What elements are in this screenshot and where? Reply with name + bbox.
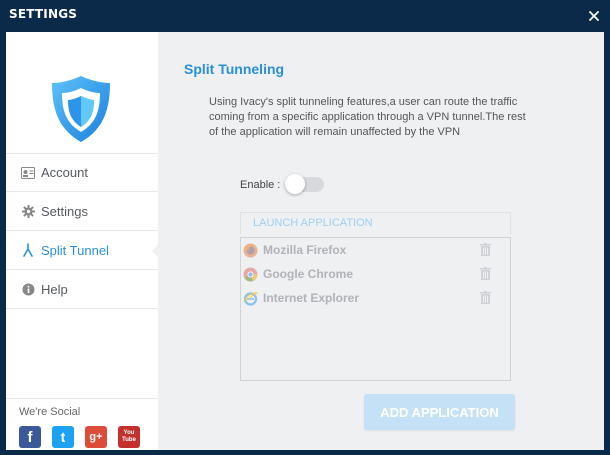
social-label: We're Social [19, 406, 81, 418]
close-button[interactable] [584, 6, 604, 26]
sidebar: Account Settings Split Tunnel Help We're… [6, 32, 158, 450]
launch-application-header: LAUNCH APPLICATION [240, 212, 511, 234]
ivacy-shield-logo-icon [52, 76, 110, 142]
toggle-knob [285, 174, 306, 194]
youtube-icon[interactable]: You Tube [118, 426, 140, 448]
firefox-icon [243, 243, 258, 258]
sidebar-item-split-tunnel[interactable]: Split Tunnel [6, 231, 158, 270]
info-icon [21, 282, 35, 296]
sidebar-item-label: Settings [41, 203, 88, 219]
add-application-button[interactable]: ADD APPLICATION [364, 394, 515, 430]
split-tunnel-icon [21, 243, 35, 257]
sidebar-item-label: Split Tunnel [41, 242, 109, 258]
twitter-icon[interactable]: t [52, 426, 74, 448]
social-section: We're Social f t g+ You Tube [6, 398, 158, 450]
facebook-icon[interactable]: f [19, 426, 41, 448]
list-item[interactable]: Google Chrome [241, 262, 510, 286]
sidebar-item-label: Help [41, 281, 68, 297]
description-text: Using Ivacy's split tunneling features,a… [209, 96, 526, 138]
enable-label: Enable : [240, 178, 281, 191]
application-list: Mozilla Firefox Google Chrome Internet E… [240, 237, 511, 381]
sidebar-item-help[interactable]: Help [6, 270, 158, 309]
title-bar: SETTINGS [0, 0, 610, 32]
social-icons: f t g+ You Tube [19, 426, 140, 448]
app-name: Mozilla Firefox [263, 243, 347, 257]
enable-row: Enable : [240, 174, 325, 194]
app-name: Internet Explorer [263, 291, 360, 305]
close-icon [589, 11, 599, 21]
gear-icon [21, 204, 35, 218]
sidebar-item-account[interactable]: Account [6, 153, 158, 192]
sidebar-menu: Account Settings Split Tunnel Help [6, 153, 158, 309]
trash-icon[interactable] [480, 243, 491, 256]
chrome-icon [243, 267, 258, 282]
trash-icon[interactable] [480, 291, 491, 304]
sidebar-item-label: Account [41, 165, 88, 180]
sidebar-item-settings[interactable]: Settings [6, 192, 158, 231]
google-plus-icon[interactable]: g+ [85, 426, 107, 448]
ie-icon [243, 291, 258, 306]
page-title: Split Tunneling [184, 61, 285, 77]
list-item[interactable]: Mozilla Firefox [241, 238, 510, 262]
account-card-icon [21, 166, 35, 180]
trash-icon[interactable] [480, 267, 491, 280]
window-title: SETTINGS [9, 7, 78, 21]
app-name: Google Chrome [263, 267, 354, 281]
main-content: Split Tunneling Using Ivacy's split tunn… [158, 32, 604, 450]
list-item[interactable]: Internet Explorer [241, 286, 510, 310]
enable-toggle[interactable] [285, 174, 325, 194]
